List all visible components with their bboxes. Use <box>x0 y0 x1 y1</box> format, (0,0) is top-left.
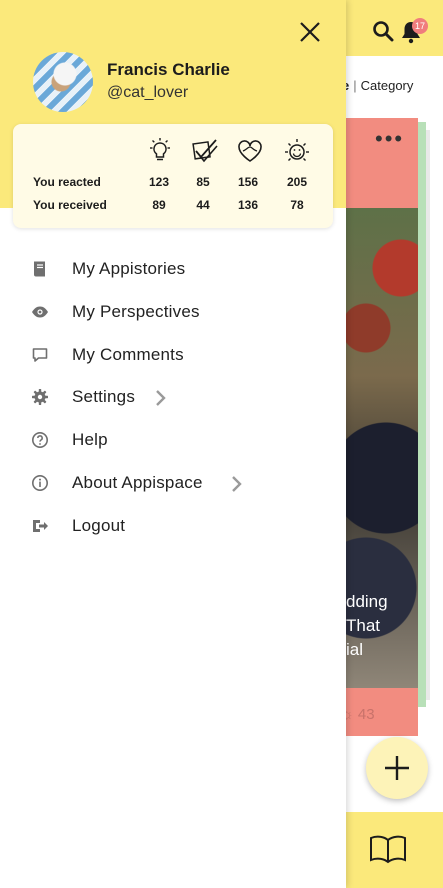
subnav-separator: | <box>353 78 357 93</box>
subnav-tab-category[interactable]: Category <box>361 78 414 93</box>
notification-badge: 17 <box>412 18 429 34</box>
book-icon <box>34 261 45 277</box>
menu-item-help[interactable]: Help <box>0 420 346 460</box>
story-title: dding That ial <box>346 590 418 662</box>
menu-item-label: My Appistories <box>72 259 186 278</box>
stat-value: 89 <box>152 198 166 212</box>
menu-item-my-perspectives[interactable]: My Perspectives <box>0 292 346 332</box>
story-title-line: That <box>346 616 381 635</box>
avatar[interactable] <box>33 52 93 112</box>
chevron-right-icon <box>232 476 242 492</box>
menu-item-label: Help <box>72 430 108 449</box>
logout-icon <box>33 520 48 532</box>
reaction-stats-card: You reacted 123 85 156 205 You received … <box>13 124 333 228</box>
gear-icon <box>32 389 48 405</box>
stats-row-label: You received <box>33 198 107 212</box>
sun-face-icon <box>285 139 309 161</box>
comment-icon <box>32 348 48 362</box>
story-title-line: dding <box>346 592 388 611</box>
stat-value: 136 <box>237 198 259 212</box>
eye-icon <box>32 306 48 318</box>
lightbulb-icon <box>150 138 170 161</box>
menu-item-label: About Appispace <box>72 473 203 492</box>
user-handle: @cat_lover <box>107 84 189 101</box>
menu-item-logout[interactable]: Logout <box>0 506 346 546</box>
reaction-count-value: 43 <box>357 706 375 723</box>
user-name: Francis Charlie <box>107 60 230 79</box>
info-icon <box>32 475 48 491</box>
stat-value: 78 <box>290 198 304 212</box>
story-title-line: ial <box>346 640 364 659</box>
help-icon <box>32 432 48 448</box>
menu-item-label: My Comments <box>72 345 184 364</box>
search-icon[interactable] <box>372 20 394 42</box>
stat-value: 44 <box>196 198 210 212</box>
menu-item-label: Settings <box>72 387 136 406</box>
chevron-right-icon <box>156 390 166 406</box>
stat-value: 205 <box>286 175 308 189</box>
plus-icon <box>385 756 409 780</box>
stat-value: 156 <box>237 175 259 189</box>
heart-icon <box>238 140 262 162</box>
open-book-icon[interactable] <box>368 834 408 864</box>
stat-value: 85 <box>196 175 210 189</box>
stat-value: 123 <box>148 175 170 189</box>
add-button[interactable] <box>366 737 428 799</box>
double-check-icon <box>192 139 218 163</box>
more-options-icon[interactable]: ••• <box>375 128 404 150</box>
navigation-drawer: Francis Charlie @cat_lover You reacted 1… <box>0 0 346 888</box>
menu-item-about-appispace[interactable]: About Appispace <box>0 463 346 503</box>
card-stack-edge-green <box>418 122 426 707</box>
stats-row-label: You reacted <box>33 175 101 189</box>
app-screen: 17 e|Category ••• dding That ial ☼ 43 Fr… <box>0 0 443 888</box>
menu-item-my-comments[interactable]: My Comments <box>0 335 346 375</box>
menu-item-label: My Perspectives <box>72 302 200 321</box>
sub-navigation-tabs: e|Category <box>342 78 413 93</box>
menu-item-my-appistories[interactable]: My Appistories <box>0 249 346 289</box>
close-icon[interactable] <box>297 19 323 45</box>
menu-item-label: Logout <box>72 516 126 535</box>
menu-item-settings[interactable]: Settings <box>0 377 346 417</box>
